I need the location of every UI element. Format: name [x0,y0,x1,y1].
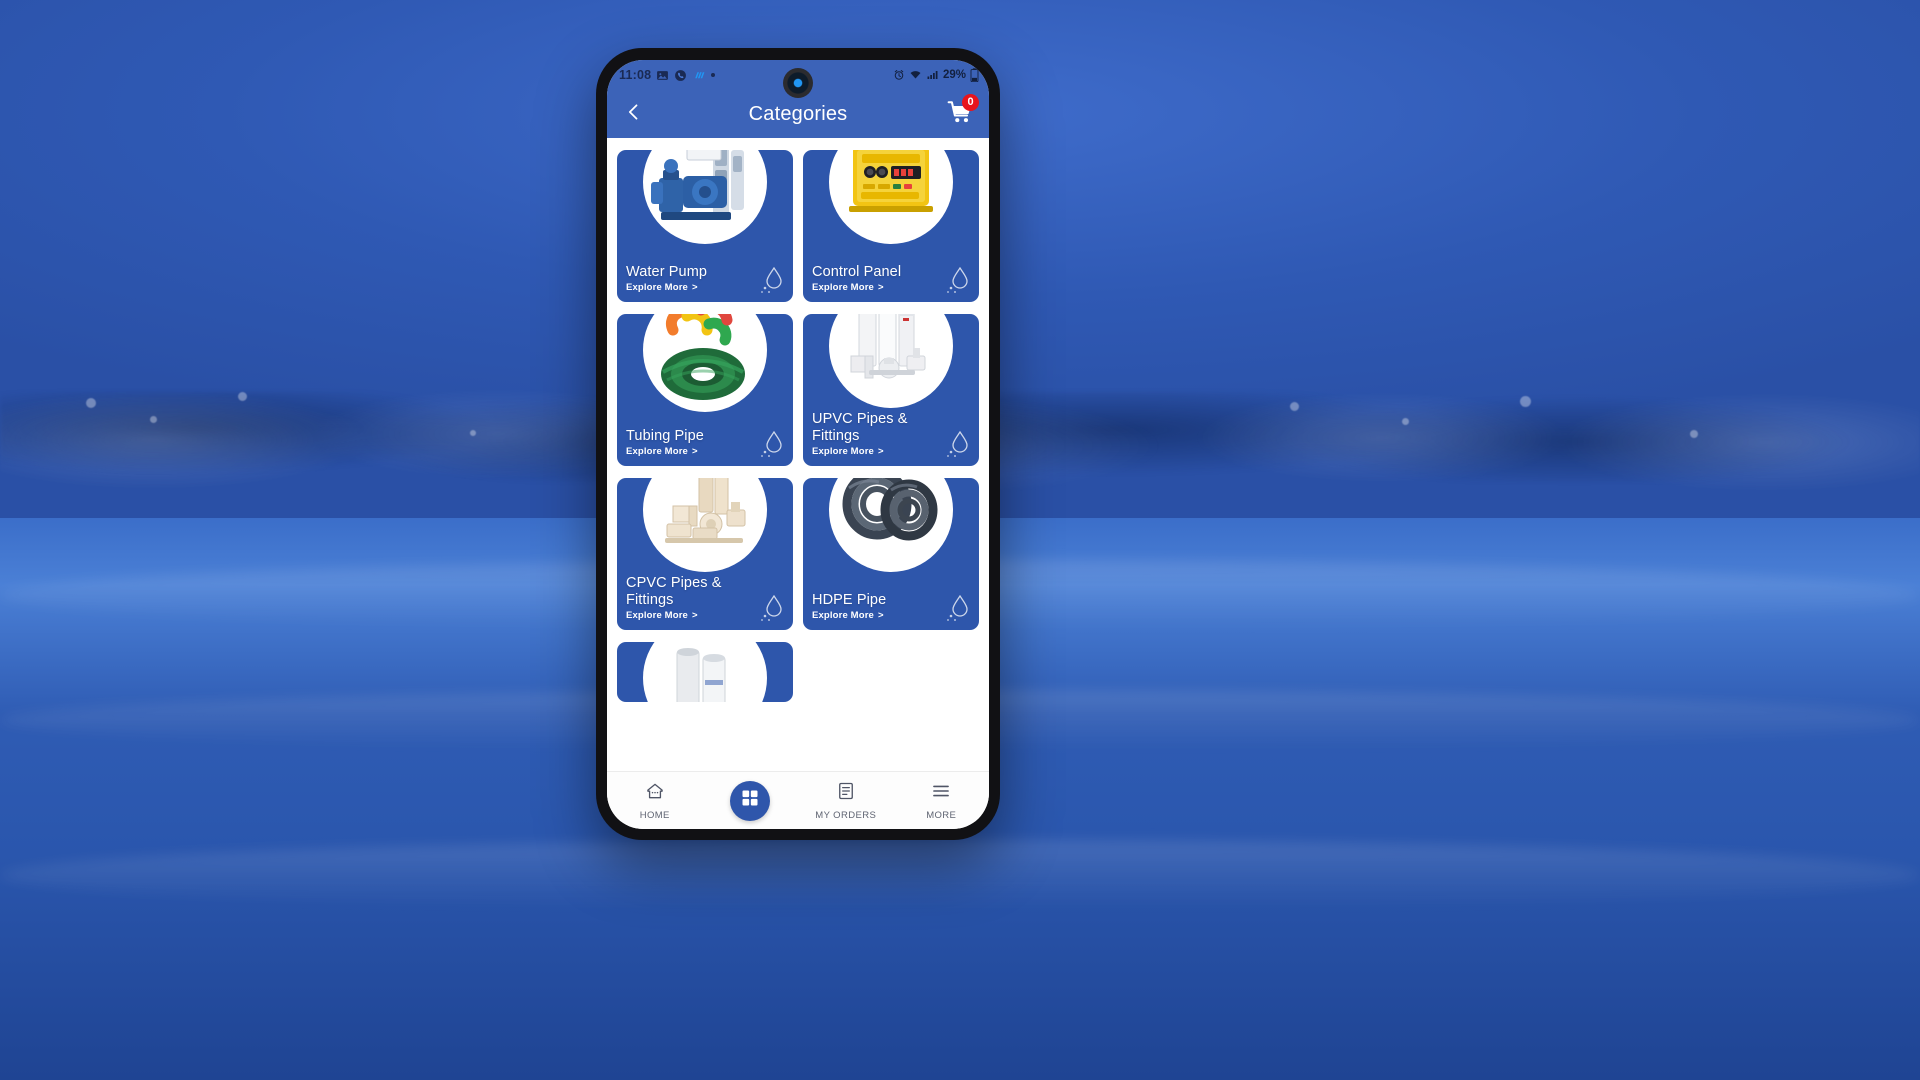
category-title: Water Pump [626,263,708,280]
explore-more-link[interactable]: Explore More > [812,282,939,293]
splash-droplet [1520,396,1531,407]
nav-item-more[interactable]: MORE [894,781,990,821]
phone-call-icon [674,69,687,82]
water-drop-icon [943,266,973,297]
nav-label-home: HOME [639,809,670,821]
category-title: Tubing Pipe [626,427,704,444]
chevron-right-icon: > [877,282,884,293]
home-icon [645,781,665,806]
nav-label-my-orders: MY ORDERS [815,809,877,821]
cart-button[interactable]: 0 [943,94,979,131]
explore-more-link[interactable]: Explore More > [626,610,753,621]
dot-icon [711,73,716,77]
category-card-partial[interactable] [617,642,793,702]
front-camera-icon [783,68,813,98]
splash-droplet [238,392,247,401]
splash-droplet [1690,430,1698,438]
nav-item-categories[interactable] [703,780,799,821]
category-card-text: UPVC Pipes & Fittings Explore More > [812,411,939,457]
chevron-right-icon: > [877,610,884,621]
category-card-text: Control Panel Explore More > [812,264,939,293]
category-title: Control Panel [812,263,902,280]
category-title: HDPE Pipe [812,591,887,608]
splash-droplet [470,430,476,436]
explore-more-label: Explore More [812,282,874,293]
phone-mockup: 11:08 29% Categories 0 Water Pump Explor… [596,48,1000,840]
category-card-text: CPVC Pipes & Fittings Explore More > [626,575,753,621]
status-bar-right: 29% [893,68,979,82]
tubing-pipe-art [643,314,767,412]
cart-badge: 0 [962,94,979,111]
water-drop-icon [943,594,973,625]
categories-fab[interactable] [730,780,771,821]
wifi-icon [909,69,922,81]
category-title: CPVC Pipes & Fittings [626,575,722,608]
nav-item-my-orders[interactable]: MY ORDERS [798,781,894,821]
water-drop-icon [757,430,787,461]
explore-more-label: Explore More [626,446,688,457]
upvc-fittings-art [829,314,953,408]
category-card-tubing-pipe[interactable]: Tubing Pipe Explore More > [617,314,793,466]
receipt-icon [836,781,856,806]
chevron-left-icon [624,102,644,127]
explore-more-label: Explore More [812,610,874,621]
category-card-text: HDPE Pipe Explore More > [812,592,939,621]
explore-more-link[interactable]: Explore More > [812,610,939,621]
splash-droplet [150,416,157,423]
chevron-right-icon: > [691,610,698,621]
status-time: 11:08 [619,68,652,82]
splash-droplet [1402,418,1409,425]
explore-more-label: Explore More [626,282,688,293]
explore-more-label: Explore More [812,446,874,457]
water-drop-icon [757,266,787,297]
category-card-control-panel[interactable]: Control Panel Explore More > [803,150,979,302]
battery-icon [970,68,979,82]
battery-percent: 29% [942,69,966,81]
category-card-text: Tubing Pipe Explore More > [626,428,753,457]
category-title: UPVC Pipes & Fittings [812,411,908,444]
chevron-right-icon: > [691,282,698,293]
category-card-upvc-pipes-fittings[interactable]: UPVC Pipes & Fittings Explore More > [803,314,979,466]
categories-list[interactable]: Water Pump Explore More > Control Panel … [607,138,989,771]
app-icon [692,69,706,82]
nav-item-home[interactable]: HOME [607,781,703,821]
water-ripple-3 [0,840,1920,910]
back-button[interactable] [619,99,649,129]
category-card-hdpe-pipe[interactable]: HDPE Pipe Explore More > [803,478,979,630]
explore-more-link[interactable]: Explore More > [812,446,939,457]
bottom-navigation: HOME MY ORDERS MORE [607,771,989,829]
chevron-right-icon: > [877,446,884,457]
category-card-water-pump[interactable]: Water Pump Explore More > [617,150,793,302]
chevron-right-icon: > [691,446,698,457]
splash-droplet [86,398,96,408]
category-card-cpvc-pipes-fittings[interactable]: CPVC Pipes & Fittings Explore More > [617,478,793,630]
explore-more-link[interactable]: Explore More > [626,282,753,293]
explore-more-label: Explore More [626,610,688,621]
page-title: Categories [748,102,848,125]
cpvc-fittings-art [643,478,767,572]
control-panel-art [829,150,953,244]
pvc-pipe-art [643,642,767,702]
menu-icon [931,781,951,806]
water-drop-icon [943,430,973,461]
category-card-text: Water Pump Explore More > [626,264,753,293]
alarm-icon [893,69,905,81]
nav-label-more: MORE [926,809,957,821]
signal-icon [926,69,939,81]
water-pump-art [643,150,767,244]
grid-icon [740,788,760,813]
status-bar-left: 11:08 [619,68,716,82]
image-icon [656,69,669,82]
splash-droplet [1290,402,1299,411]
phone-screen: 11:08 29% Categories 0 Water Pump Explor… [607,60,989,829]
explore-more-link[interactable]: Explore More > [626,446,753,457]
hdpe-pipe-art [829,478,953,572]
categories-grid: Water Pump Explore More > Control Panel … [617,150,979,702]
water-drop-icon [757,594,787,625]
